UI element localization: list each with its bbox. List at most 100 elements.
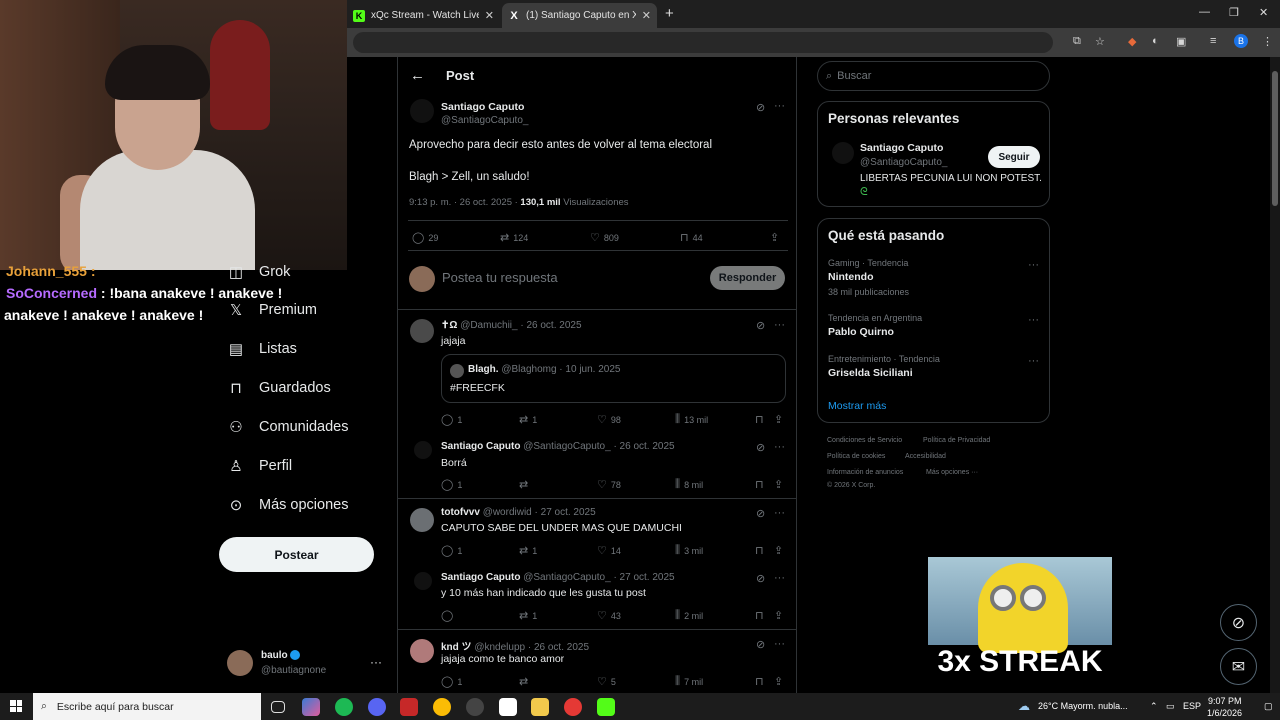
footer-privacy-link[interactable]: Política de Privacidad: [923, 437, 990, 444]
retweet-button[interactable]: ⇄ 1: [519, 413, 537, 426]
author-handle[interactable]: @kndelupp · 26 oct. 2025: [474, 642, 589, 653]
avatar[interactable]: [414, 572, 432, 590]
bookmark-button[interactable]: ⊓ 44: [680, 231, 703, 244]
taskbar-search-input[interactable]: ⌕ Escribe aquí para buscar: [33, 693, 261, 720]
new-tab-button[interactable]: +: [665, 5, 674, 22]
share-button[interactable]: ⇪: [774, 675, 783, 688]
maximize-button[interactable]: ❐: [1229, 6, 1239, 19]
retweet-button[interactable]: ⇄ 1: [519, 544, 537, 557]
grok-icon[interactable]: ⊘: [756, 638, 765, 651]
nav-more[interactable]: ⊙ Más opciones: [227, 493, 349, 517]
author-name[interactable]: Santiago Caputo: [441, 101, 524, 113]
tab-x-post[interactable]: X (1) Santiago Caputo en X: "Aprovecho ✕: [502, 3, 657, 28]
nav-bookmarks[interactable]: ⊓ Guardados: [227, 376, 331, 400]
retweet-button[interactable]: ⇄ 124: [500, 231, 528, 244]
retweet-button[interactable]: ⇄: [519, 675, 532, 688]
person-handle[interactable]: @SantiagoCaputo_: [860, 157, 947, 168]
clock-date[interactable]: 1/6/2026: [1207, 708, 1242, 718]
grok-icon[interactable]: ⊘: [756, 319, 765, 332]
app-icon[interactable]: [400, 698, 418, 716]
avatar[interactable]: [227, 650, 253, 676]
nav-communities[interactable]: ⚇ Comunidades: [227, 415, 348, 439]
reply-button[interactable]: ◯ 1: [441, 544, 462, 557]
reply-button[interactable]: ◯ 29: [412, 231, 438, 244]
grok-icon[interactable]: ⊘: [756, 507, 765, 520]
retweet-button[interactable]: ⇄ 1: [519, 609, 537, 622]
extension-icon[interactable]: ◐: [1152, 35, 1159, 47]
bookmark-button[interactable]: ⊓: [755, 413, 764, 426]
bookmark-button[interactable]: ⊓: [755, 675, 764, 688]
scrollbar-thumb[interactable]: [1272, 71, 1278, 206]
reply-input[interactable]: Postea tu respuesta: [442, 270, 558, 285]
obs-icon[interactable]: [466, 698, 484, 716]
more-options-icon[interactable]: ···: [774, 441, 785, 453]
avatar[interactable]: [832, 142, 854, 164]
like-button[interactable]: ♡ 14: [597, 544, 621, 557]
avatar[interactable]: [410, 639, 434, 663]
scrollbar[interactable]: [1270, 57, 1280, 693]
more-options-icon[interactable]: ···: [1028, 355, 1039, 367]
like-button[interactable]: ♡ 78: [597, 478, 621, 491]
more-options-icon[interactable]: ···: [774, 638, 785, 650]
more-options-icon[interactable]: ···: [774, 100, 785, 112]
share-button[interactable]: ⇪: [774, 609, 783, 622]
messages-fab-button[interactable]: ✉: [1220, 648, 1257, 685]
grok-icon[interactable]: ⊘: [756, 441, 765, 454]
retweet-button[interactable]: ⇄: [519, 478, 532, 491]
avatar[interactable]: [414, 441, 432, 459]
reply-button[interactable]: ◯ 1: [441, 675, 462, 688]
close-icon[interactable]: ✕: [642, 9, 651, 22]
nav-premium[interactable]: 𝕏 Premium: [227, 298, 317, 322]
bookmark-button[interactable]: ⊓: [755, 478, 764, 491]
share-button[interactable]: ⇪: [774, 413, 783, 426]
grok-icon[interactable]: ⊘: [756, 101, 765, 114]
grok-icon[interactable]: ⊘: [756, 572, 765, 585]
author-handle[interactable]: @SantiagoCaputo_: [441, 115, 528, 126]
network-icon[interactable]: ▭: [1166, 701, 1175, 712]
discord-icon[interactable]: [368, 698, 386, 716]
back-arrow-icon[interactable]: ←: [410, 67, 425, 84]
avatar[interactable]: [410, 99, 434, 123]
footer-ads-link[interactable]: Información de anuncios: [827, 469, 903, 476]
task-view-icon[interactable]: [271, 701, 285, 713]
url-input[interactable]: [353, 32, 1053, 53]
tray-expand-icon[interactable]: ⌃: [1150, 701, 1158, 712]
windows-start-icon[interactable]: [10, 700, 22, 712]
author-handle[interactable]: @wordiwid · 27 oct. 2025: [483, 507, 596, 518]
author-handle[interactable]: @SantiagoCaputo_ · 27 oct. 2025: [523, 572, 674, 583]
author-handle[interactable]: @Damuchii_ · 26 oct. 2025: [460, 320, 581, 331]
install-app-icon[interactable]: ⧉: [1073, 35, 1081, 48]
menu-kebab-icon[interactable]: ⋮: [1262, 35, 1273, 48]
like-button[interactable]: ♡ 43: [597, 609, 621, 622]
notifications-icon[interactable]: ▢: [1264, 701, 1273, 712]
views-button[interactable]: ⫼ 2 mil: [675, 609, 703, 622]
bookmark-star-icon[interactable]: ☆: [1095, 35, 1105, 48]
like-button[interactable]: ♡ 5: [597, 675, 616, 688]
person-name[interactable]: Santiago Caputo: [860, 142, 943, 154]
avatar[interactable]: [410, 508, 434, 532]
reply-button[interactable]: ◯ 1: [441, 478, 462, 491]
reply-button[interactable]: ◯: [441, 609, 457, 622]
account-more-icon[interactable]: ···: [370, 655, 382, 669]
footer-cookies-link[interactable]: Política de cookies: [827, 453, 885, 460]
opera-icon[interactable]: [564, 698, 582, 716]
views-button[interactable]: ⫼ 3 mil: [675, 544, 703, 557]
bookmark-button[interactable]: ⊓: [755, 609, 764, 622]
weather-text[interactable]: 26°C Mayorm. nubla...: [1038, 701, 1128, 711]
tab-kick[interactable]: K xQc Stream - Watch Live on Kick ✕: [347, 3, 500, 28]
views-button[interactable]: ⫼ 8 mil: [675, 478, 703, 491]
kick-icon[interactable]: [597, 698, 615, 716]
more-options-icon[interactable]: ···: [774, 572, 785, 584]
account-switcher[interactable]: baulo: [261, 650, 301, 661]
extensions-puzzle-icon[interactable]: ▣: [1176, 35, 1186, 48]
views-button[interactable]: ⫼ 13 mil: [675, 413, 708, 426]
post-button[interactable]: Postear: [219, 537, 374, 572]
minimize-button[interactable]: —: [1199, 6, 1210, 18]
grok-fab-button[interactable]: ⊘: [1220, 604, 1257, 641]
extension-icon[interactable]: ◆: [1128, 35, 1136, 48]
views-button[interactable]: ⫼ 7 mil: [675, 675, 703, 688]
follow-button[interactable]: Seguir: [988, 146, 1040, 168]
spotify-icon[interactable]: [335, 698, 353, 716]
author-name[interactable]: Santiago Caputo: [441, 441, 520, 452]
like-button[interactable]: ♡ 809: [590, 231, 619, 244]
